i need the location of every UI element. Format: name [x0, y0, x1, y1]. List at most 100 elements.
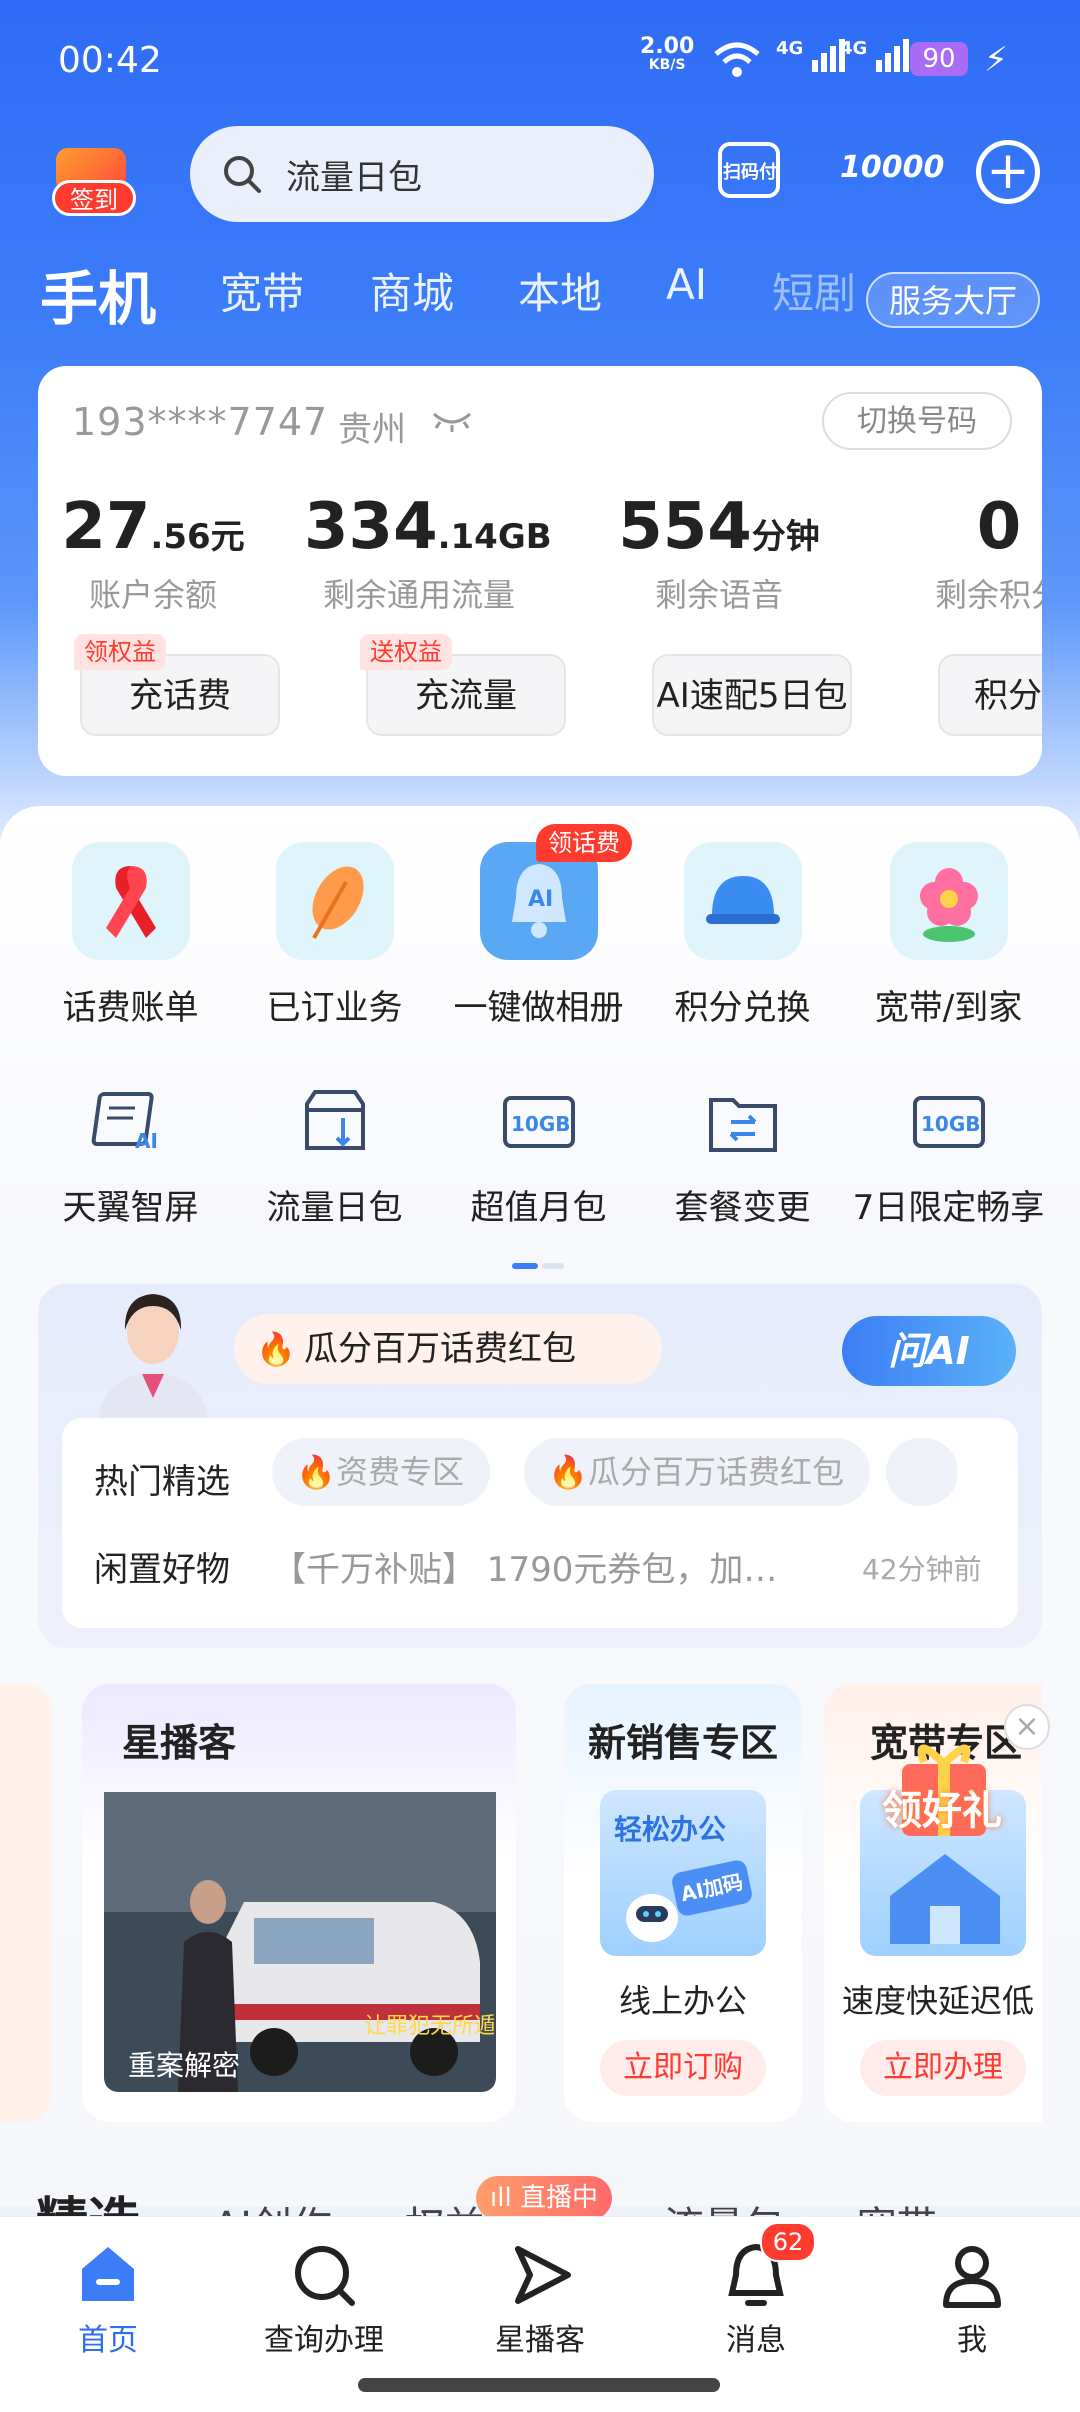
tab-phone[interactable]: 手机 [40, 252, 156, 336]
points-stat[interactable]: 0 剩余积分 [884, 490, 1042, 616]
search-placeholder: 流量日包 [286, 158, 422, 198]
charging-icon: ⚡ [984, 40, 1008, 80]
tab-broadband[interactable]: 宽带 [220, 260, 304, 321]
battery-indicator: 90 [910, 42, 968, 76]
grid-data-daily[interactable]: 流量日包 [232, 1088, 437, 1229]
grid-7day-limited[interactable]: 10GB 7日限定畅享 [846, 1088, 1051, 1229]
tab-ai[interactable]: AI [666, 260, 707, 309]
idle-goods-label: 闲置好物 [94, 1550, 230, 1590]
net-speed: 2.00 KB/S [640, 34, 695, 74]
search-input[interactable]: 流量日包 [190, 126, 654, 222]
play-icon [460, 2239, 620, 2311]
scan-pay-button[interactable]: 扫码付 [716, 130, 788, 210]
region-label: 贵州 [338, 410, 406, 450]
ai-screen-icon: AI [91, 1088, 171, 1158]
ask-ai-button[interactable]: 问AI [842, 1316, 1016, 1386]
buy-data-tag: 送权益 [360, 634, 452, 670]
card-new-sales[interactable]: 新销售专区 轻松办公 AI加码 线上办公 立即订购 [564, 1684, 802, 2122]
nav-query[interactable]: 查询办理 [244, 2239, 404, 2359]
nav-xingboke[interactable]: 星播客 [460, 2239, 620, 2359]
card-xingboke[interactable]: 星播客 重案解密 让罪犯无所遁 [82, 1684, 516, 2122]
bottom-nav: 首页 查询办理 星播客 消息 我 [0, 2216, 1080, 2367]
leaf-icon [275, 842, 394, 960]
chip-tariff[interactable]: 🔥 资费专区 [272, 1438, 491, 1506]
tab-short-drama[interactable]: 短剧 [772, 260, 856, 321]
album-badge: 领话费 [536, 824, 632, 862]
grid-points[interactable]: 积分兑换 [640, 842, 845, 1029]
tab-mall[interactable]: 商城 [370, 260, 454, 321]
status-time: 00:42 [58, 40, 162, 81]
signin-button[interactable]: 签到 [46, 140, 142, 220]
hot-picks-label: 热门精选 [94, 1462, 230, 1502]
ai-5day-pack-button[interactable]: AI速配5日包 [652, 654, 852, 736]
video-caption: 重案解密 [128, 2049, 241, 2082]
flower-icon [889, 842, 1008, 960]
system-home-bar [0, 2366, 1080, 2412]
10gb-icon: 10GB [909, 1088, 989, 1158]
signal-2-icon: 4G [840, 38, 910, 74]
messages-badge: 62 [760, 2222, 816, 2262]
svg-text:AI: AI [528, 887, 553, 912]
svg-text:10GB: 10GB [511, 1112, 571, 1136]
house-icon [890, 1854, 1000, 1944]
voice-stat[interactable]: 554分钟 剩余语音 [604, 490, 834, 616]
chip-more[interactable] [886, 1438, 958, 1506]
nav-me[interactable]: 我 [892, 2239, 1052, 2359]
phone-number: 193****7747 [72, 400, 329, 444]
svg-text:10GB: 10GB [921, 1112, 981, 1136]
grid-album[interactable]: AI 一键做相册 [436, 842, 641, 1029]
grid-smart-screen[interactable]: AI 天翼智屏 [28, 1088, 233, 1229]
data-daily-icon [295, 1088, 375, 1158]
recharge-tag: 领权益 [74, 634, 166, 670]
signal-1-icon: 4G [776, 38, 846, 74]
fire-icon: 🔥 [296, 1453, 336, 1491]
fire-icon: 🔥 [256, 1330, 296, 1368]
grid-plan-change[interactable]: 套餐变更 [640, 1088, 845, 1229]
card-broadband-zone[interactable]: 宽带专区 领好礼 速度快延迟低 立即办理 [824, 1684, 1042, 2122]
points-button[interactable]: 积分 [938, 654, 1042, 736]
nav-home[interactable]: 首页 [28, 2239, 188, 2359]
video-overlay-text: 让罪犯无所遁 [364, 2014, 494, 2039]
assistant-avatar [98, 1294, 208, 1422]
apply-now-button[interactable]: 立即办理 [860, 2040, 1026, 2096]
ai-assistant-section: 🔥 瓜分百万话费红包 问AI 热门精选 🔥 资费专区 🔥 瓜分百万话费红包 闲置好物… [38, 1284, 1042, 1648]
data-stat[interactable]: 334.14GB 剩余通用流量 [304, 490, 552, 616]
subscribe-now-button[interactable]: 立即订购 [600, 2040, 766, 2096]
query-icon [244, 2239, 404, 2311]
grid-monthly-pack[interactable]: 10GB 超值月包 [436, 1088, 641, 1229]
hide-eye-icon[interactable] [430, 406, 474, 436]
add-icon[interactable]: + [976, 140, 1040, 204]
balance-stat[interactable]: 27.56元 账户余额 [38, 490, 268, 616]
promo-bubble[interactable]: 🔥 瓜分百万话费红包 [234, 1314, 662, 1384]
account-card: 193****7747 贵州 切换号码 27.56元 账户余额 334.14GB… [38, 366, 1042, 776]
grid-broadband-home[interactable]: 宽带/到家 [846, 842, 1051, 1029]
svg-text:AI: AI [135, 1129, 158, 1153]
card-previous[interactable] [0, 1684, 52, 2122]
gift-badge: 领好礼 [882, 1788, 1002, 1834]
hotline-10000-button[interactable]: 10000 [840, 130, 944, 210]
ribbon-icon [71, 842, 190, 960]
close-icon[interactable]: × [1004, 1704, 1050, 1750]
search-icon [224, 156, 261, 193]
chip-red-packet[interactable]: 🔥 瓜分百万话费红包 [524, 1438, 871, 1506]
live-badge: ıll 直播中 [476, 2176, 612, 2220]
page-indicator [512, 1254, 568, 1273]
office-promo-image: 轻松办公 AI加码 [600, 1790, 766, 1956]
user-icon [892, 2239, 1052, 2311]
idle-goods-text[interactable]: 【千万补贴】 1790元券包，加… [272, 1542, 777, 1591]
tab-local[interactable]: 本地 [518, 260, 602, 321]
live-icon: ıll [490, 2183, 520, 2213]
swap-icon [703, 1088, 783, 1158]
fire-icon: 🔥 [548, 1453, 588, 1491]
ai-content-box: 热门精选 🔥 资费专区 🔥 瓜分百万话费红包 闲置好物 【千万补贴】 1790元券包… [62, 1418, 1018, 1628]
service-hall-button[interactable]: 服务大厅 [866, 272, 1040, 328]
grid-subscriptions[interactable]: 已订业务 [232, 842, 437, 1029]
status-bar: 00:42 2.00 KB/S 4G 4G 90 ⚡ [0, 0, 1080, 120]
wifi-icon [714, 42, 760, 77]
idle-goods-time: 42分钟前 [862, 1553, 982, 1586]
switch-number-button[interactable]: 切换号码 [822, 392, 1012, 450]
nav-messages[interactable]: 消息 [676, 2239, 836, 2359]
home-icon [28, 2239, 188, 2311]
grid-bill[interactable]: 话费账单 [28, 842, 233, 1029]
helmet-icon [683, 842, 802, 960]
